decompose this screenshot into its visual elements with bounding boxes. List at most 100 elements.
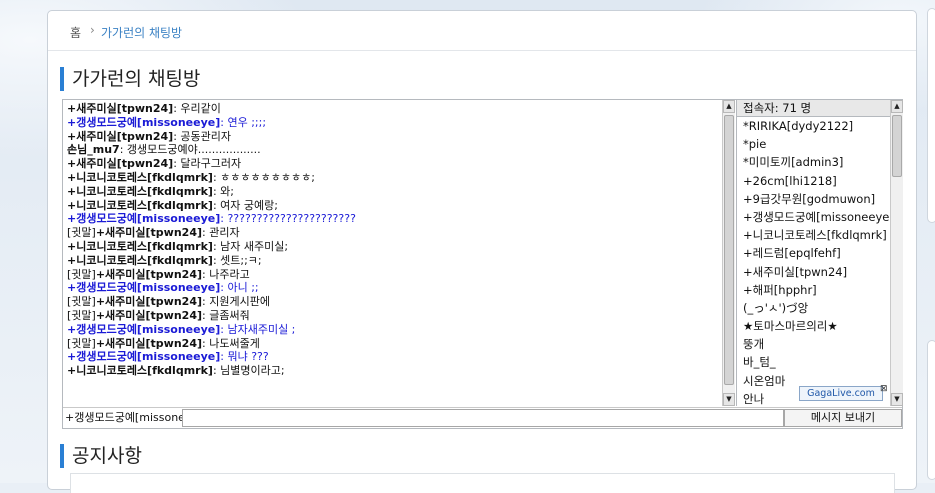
chat-message: +새주미실[tpwn24]: 공동관리자 — [67, 129, 231, 143]
notice-title: 공지사항 — [60, 444, 142, 468]
message-scrollbar[interactable]: ▲ ▼ — [722, 100, 735, 406]
message-nick: +새주미실[tpwn24] — [95, 295, 203, 309]
user-list-item[interactable]: ★토마스마르의리★ — [737, 317, 890, 335]
message-nick: +니코니코토레스[fkdlqmrk] — [67, 198, 213, 212]
message-nick: +니코니코토레스[fkdlqmrk] — [67, 364, 213, 378]
chat-message: +새주미실[tpwn24]: 우리같이 — [67, 102, 221, 115]
user-list-item[interactable]: +니코니코토레스[fkdlqmrk] — [737, 226, 890, 244]
message-text: 달라구그러자 — [180, 157, 242, 171]
chat-message: +니코니코토레스[fkdlqmrk]: ㅎㅎㅎㅎㅎㅎㅎㅎㅎ; — [67, 170, 315, 184]
page-title: 가가런의 채팅방 — [60, 67, 200, 91]
badge-close-icon[interactable]: ⊠ — [880, 384, 888, 394]
user-list-item[interactable]: 바_텀_ — [737, 353, 890, 371]
message-nick: +새주미실[tpwn24] — [95, 226, 203, 240]
message-text: 뭐냐 ??? — [227, 350, 269, 364]
message-text: 셋트;;ㅋ; — [220, 253, 262, 267]
send-message-button[interactable]: 메시지 보내기 — [784, 409, 902, 427]
message-text: 연우 ;;;; — [227, 115, 267, 129]
message-nick: +새주미실[tpwn24] — [95, 336, 203, 350]
scroll-thumb[interactable] — [892, 115, 902, 177]
message-nick: +니코니코토레스[fkdlqmrk] — [67, 239, 213, 253]
user-list-item[interactable]: *pie — [737, 135, 890, 153]
message-text: 나주라고 — [209, 267, 250, 281]
chat-message: +갱생모드궁예[missoneeye]: ???????????????????… — [67, 212, 356, 226]
gagalive-badge[interactable]: GagaLive.com — [799, 386, 883, 401]
message-text: 남자 새주미실; — [220, 239, 289, 253]
message-text: 남자새주미실 ; — [227, 322, 296, 336]
user-list-item[interactable]: *RIRIKA[dydy2122] — [737, 117, 890, 135]
scroll-down-icon[interactable]: ▼ — [723, 393, 735, 406]
message-text: ㅎㅎㅎㅎㅎㅎㅎㅎㅎ; — [220, 170, 315, 184]
message-text: 아니 ;; — [227, 281, 259, 295]
chat-message: [귓말]+새주미실[tpwn24]: 글좀써줘 — [67, 308, 250, 322]
breadcrumb-current[interactable]: 가가런의 채팅방 — [101, 24, 182, 41]
notice-box — [70, 473, 895, 493]
user-list-item[interactable]: +레드럼[epqlfehf] — [737, 244, 890, 262]
user-list-item[interactable]: *미미토끼[admin3] — [737, 153, 890, 171]
chat-message: +니코니코토레스[fkdlqmrk]: 여자 궁예랑; — [67, 198, 278, 212]
whisper-tag: [귓말] — [67, 226, 96, 240]
message-text: 님별명이라고; — [220, 364, 285, 378]
user-list-item[interactable]: +9급갓무원[godmuwon] — [737, 190, 890, 208]
message-nick: +갱생모드궁예[missoneeye] — [67, 212, 221, 226]
message-nick: +갱생모드궁예[missoneeye] — [67, 322, 221, 336]
message-text: 지원게시판에 — [209, 295, 270, 309]
chat-message: +갱생모드궁예[missoneeye]: 뭐냐 ??? — [67, 350, 269, 364]
scroll-down-icon[interactable]: ▼ — [891, 393, 903, 406]
chat-message: +갱생모드궁예[missoneeye]: 아니 ;; — [67, 281, 259, 295]
chat-widget: +새주미실[tpwn24]: 우리같이 +갱생모드궁예[missoneeye]: … — [62, 99, 903, 429]
message-text: 나도써줄게 — [209, 336, 260, 350]
chat-message: [귓말]+새주미실[tpwn24]: 지원게시판에 — [67, 295, 270, 309]
message-nick: +새주미실[tpwn24] — [67, 129, 174, 143]
breadcrumb-home[interactable]: 홈 — [70, 24, 81, 41]
message-text: ?????????????????????? — [227, 212, 356, 226]
scroll-thumb[interactable] — [724, 115, 734, 385]
message-nick: +갱생모드궁예[missoneeye] — [67, 281, 221, 295]
message-nick: +갱생모드궁예[missoneeye] — [67, 350, 221, 364]
message-text: 갱생모드궁예야.................. — [126, 143, 261, 157]
user-list-item[interactable]: +갱생모드궁예[missoneeye] — [737, 208, 890, 226]
side-panel-edge — [927, 340, 935, 480]
user-list-item[interactable]: +새주미실[tpwn24] — [737, 263, 890, 281]
chat-input-row: +갱생모드궁예[missoneeye] 메시지 보내기 — [63, 407, 902, 428]
user-list-item[interactable]: +해퍼[hpphr] — [737, 281, 890, 299]
whisper-tag: [귓말] — [67, 308, 96, 322]
scroll-up-icon[interactable]: ▲ — [723, 100, 735, 113]
message-nick: +새주미실[tpwn24] — [67, 102, 174, 115]
chat-message: [귓말]+새주미실[tpwn24]: 나도써줄게 — [67, 336, 260, 350]
chat-message: +갱생모드궁예[missoneeye]: 남자새주미실 ; — [67, 322, 296, 336]
message-input[interactable] — [182, 409, 784, 427]
side-panel-edge — [927, 8, 935, 223]
chat-message: +니코니코토레스[fkdlqmrk]: 남자 새주미실; — [67, 239, 289, 253]
message-text: 글좀써줘 — [209, 308, 250, 322]
message-nick: +니코니코토레스[fkdlqmrk] — [67, 253, 213, 267]
nickname-field[interactable]: +갱생모드궁예[missoneeye] — [64, 409, 182, 427]
chat-message: +니코니코토레스[fkdlqmrk]: 님별명이라고; — [67, 364, 285, 378]
user-list-item[interactable]: +26cm[lhi1218] — [737, 172, 890, 190]
message-nick: +새주미실[tpwn24] — [67, 157, 174, 171]
user-count-header: 접속자: 71 명 — [737, 100, 890, 117]
message-text: 와; — [220, 184, 234, 198]
chat-message-log: +새주미실[tpwn24]: 우리같이 +갱생모드궁예[missoneeye]: … — [63, 100, 721, 406]
chat-message: [귓말]+새주미실[tpwn24]: 나주라고 — [67, 267, 250, 281]
message-text: 우리같이 — [180, 102, 221, 115]
chat-message: +니코니코토레스[fkdlqmrk]: 셋트;;ㅋ; — [67, 253, 262, 267]
chat-message: 손님_mu7: 갱생모드궁예야.................. — [67, 143, 261, 157]
scroll-up-icon[interactable]: ▲ — [891, 100, 903, 113]
whisper-tag: [귓말] — [67, 336, 96, 350]
whisper-tag: [귓말] — [67, 267, 96, 281]
user-list-scrollbar[interactable]: ▲ ▼ — [890, 100, 903, 406]
message-text: 공동관리자 — [180, 129, 231, 143]
breadcrumb: 홈 › 가가런의 채팅방 — [48, 11, 916, 51]
message-nick: +새주미실[tpwn24] — [95, 308, 203, 322]
message-nick: +새주미실[tpwn24] — [95, 267, 203, 281]
message-nick: 손님_mu7 — [67, 143, 120, 157]
chat-message: +새주미실[tpwn24]: 달라구그러자 — [67, 157, 242, 171]
chat-message: +갱생모드궁예[missoneeye]: 연우 ;;;; — [67, 115, 267, 129]
chat-message: [귓말]+새주미실[tpwn24]: 관리자 — [67, 226, 240, 240]
breadcrumb-separator-icon: › — [90, 23, 95, 37]
user-list-item[interactable]: 뚱개 — [737, 335, 890, 353]
user-list: 접속자: 71 명 *RIRIKA[dydy2122] *pie *미미토끼[adm… — [736, 100, 890, 406]
message-text: 여자 궁예랑; — [220, 198, 278, 212]
user-list-item[interactable]: (_っ'ㅅ')づ앙 — [737, 299, 890, 317]
